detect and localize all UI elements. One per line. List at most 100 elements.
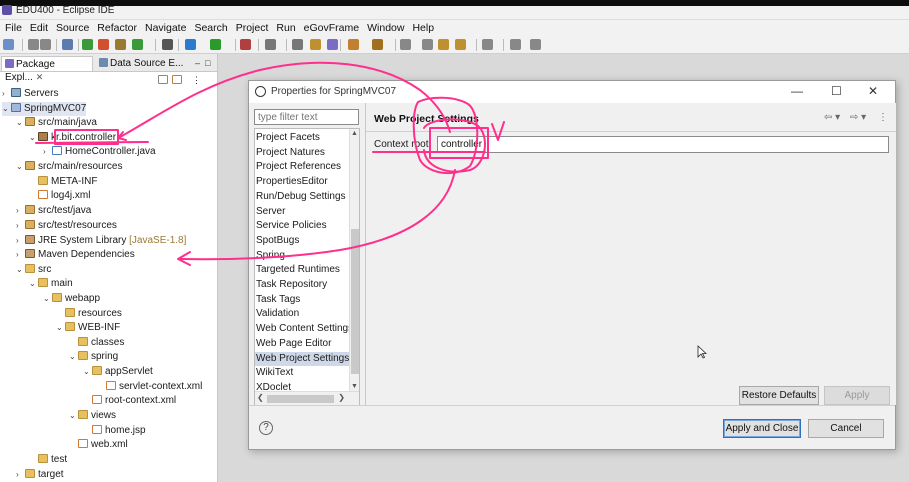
toolbar-icon[interactable] (422, 39, 433, 50)
menu-item[interactable]: Refactor (94, 20, 142, 36)
tree-item[interactable]: › Maven Dependencies (16, 248, 135, 262)
category-item[interactable]: Project References (255, 160, 351, 175)
toolbar-icon[interactable] (3, 39, 14, 50)
collapse-chevron-icon[interactable]: › (2, 87, 10, 101)
category-item[interactable]: WikiText (255, 366, 351, 381)
category-item[interactable]: Web Page Editor (255, 337, 351, 352)
tree-item[interactable]: › Servers (2, 87, 58, 101)
toolbar-icon[interactable] (510, 39, 521, 50)
scroll-thumb[interactable] (351, 229, 359, 374)
vertical-scrollbar[interactable]: ▲ ▼ (349, 129, 359, 391)
toolbar-icon[interactable] (400, 39, 411, 50)
filter-input[interactable] (254, 109, 359, 125)
cancel-button[interactable]: Cancel (808, 419, 884, 438)
toolbar-icon[interactable] (482, 39, 493, 50)
category-item[interactable]: Validation (255, 307, 351, 322)
toolbar-icon[interactable] (162, 39, 173, 50)
toolbar-icon[interactable] (265, 39, 276, 50)
scroll-up-icon[interactable]: ▲ (351, 130, 358, 137)
tree-item[interactable]: root-context.xml (83, 394, 176, 408)
tree-item[interactable]: test (29, 453, 67, 467)
toolbar-icon[interactable] (372, 39, 383, 50)
scroll-left-icon[interactable]: ❮ (257, 393, 264, 402)
toolbar-icon[interactable] (438, 39, 449, 50)
expand-chevron-icon[interactable]: ⌄ (16, 160, 24, 174)
expand-chevron-icon[interactable]: ⌄ (43, 292, 51, 306)
tree-item[interactable]: ⌄ SpringMVC07 (2, 102, 87, 116)
collapse-chevron-icon[interactable]: › (16, 219, 24, 233)
category-item[interactable]: SpotBugs (255, 234, 351, 249)
tree-item[interactable]: ⌄ main (29, 277, 73, 291)
maximize-view-icon[interactable]: □ (205, 58, 210, 68)
category-item[interactable]: Project Natures (255, 146, 351, 161)
toolbar-icon[interactable] (82, 39, 93, 50)
toolbar-icon[interactable] (62, 39, 73, 50)
tree-item[interactable]: › JRE System Library [JavaSE-1.8] (16, 234, 186, 248)
menu-item[interactable]: Window (364, 20, 409, 36)
expand-chevron-icon[interactable]: ⌄ (29, 131, 37, 145)
horizontal-scrollbar[interactable]: ❮ ❯ (255, 391, 359, 405)
tree-item[interactable]: › target (16, 468, 64, 482)
category-item[interactable]: Service Policies (255, 219, 351, 234)
expand-chevron-icon[interactable]: ⌄ (16, 116, 24, 130)
collapse-chevron-icon[interactable]: › (43, 145, 51, 159)
link-with-editor-icon[interactable] (172, 75, 182, 84)
category-item[interactable]: Project Facets (255, 131, 351, 146)
tree-item[interactable]: META-INF (29, 175, 97, 189)
apply-button[interactable]: Apply (824, 386, 890, 405)
forward-icon[interactable]: ⇨ ▾ (850, 112, 866, 123)
tree-item[interactable]: ⌄ webapp (43, 292, 100, 306)
category-item[interactable]: Spring (255, 249, 351, 264)
tree-item[interactable]: resources (56, 307, 122, 321)
toolbar-icon[interactable] (115, 39, 126, 50)
back-icon[interactable]: ⇦ ▾ (824, 112, 840, 123)
collapse-chevron-icon[interactable]: › (16, 234, 24, 248)
tree-item[interactable]: ⌄ src/main/resources (16, 160, 122, 174)
expand-chevron-icon[interactable]: ⌄ (69, 350, 77, 364)
toolbar-icon[interactable] (132, 39, 143, 50)
toolbar-icon[interactable] (210, 39, 221, 50)
menu-item[interactable]: Navigate (142, 20, 191, 36)
menu-item[interactable]: Search (191, 20, 232, 36)
collapse-chevron-icon[interactable]: › (16, 204, 24, 218)
menu-item[interactable]: Help (409, 20, 439, 36)
toolbar-icon[interactable] (28, 39, 39, 50)
toolbar-icon[interactable] (240, 39, 251, 50)
scroll-down-icon[interactable]: ▼ (351, 383, 358, 390)
menu-item[interactable]: Source (53, 20, 94, 36)
tab-data-source-explorer[interactable]: Data Source E... (96, 56, 194, 71)
page-menu-icon[interactable]: ⋮ (878, 112, 888, 123)
menu-item[interactable]: Project (233, 20, 274, 36)
expand-chevron-icon[interactable]: ⌄ (16, 263, 24, 277)
category-item[interactable]: Server (255, 205, 351, 220)
category-item[interactable]: Web Project Settings (255, 351, 351, 367)
collapse-all-icon[interactable] (158, 75, 168, 84)
expand-chevron-icon[interactable]: ⌄ (69, 409, 77, 423)
tab-package-explorer[interactable]: Package Expl... ✕ (1, 56, 93, 83)
category-item[interactable]: Task Tags (255, 293, 351, 308)
category-item[interactable]: Run/Debug Settings (255, 190, 351, 205)
tree-item[interactable]: servlet-context.xml (97, 380, 202, 394)
tree-item[interactable]: ⌄ spring (69, 350, 118, 364)
tree-item[interactable]: ⌄ views (69, 409, 116, 423)
tree-item[interactable]: web.xml (69, 438, 128, 452)
tree-item[interactable]: ⌄ kr.bit.controller (29, 131, 116, 145)
expand-chevron-icon[interactable]: ⌄ (2, 102, 10, 116)
menu-item[interactable]: eGovFrame (301, 20, 364, 36)
collapse-chevron-icon[interactable]: › (16, 468, 24, 482)
collapse-chevron-icon[interactable]: › (16, 248, 24, 262)
apply-and-close-button[interactable]: Apply and Close (723, 419, 801, 438)
category-item[interactable]: PropertiesEditor (255, 175, 351, 190)
menu-item[interactable]: Run (273, 20, 300, 36)
tree-item[interactable]: › src/test/java (16, 204, 91, 218)
scroll-right-icon[interactable]: ❯ (338, 393, 345, 402)
tree-item[interactable]: ⌄ src/main/java (16, 116, 97, 130)
toolbar-icon[interactable] (185, 39, 196, 50)
toolbar-icon[interactable] (530, 39, 541, 50)
view-menu-icon[interactable]: ⋮ (192, 75, 201, 85)
tree-item[interactable]: › HomeController.java (43, 145, 156, 159)
toolbar-icon[interactable] (40, 39, 51, 50)
toolbar-icon[interactable] (327, 39, 338, 50)
tree-item[interactable]: classes (69, 336, 124, 350)
menu-item[interactable]: File (2, 20, 27, 36)
